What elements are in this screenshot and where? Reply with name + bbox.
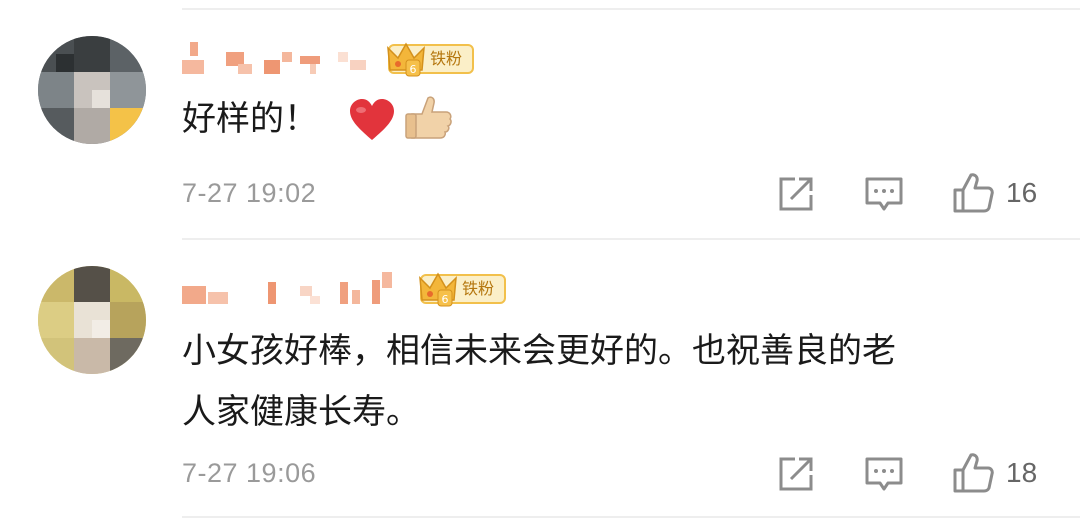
like-icon[interactable] bbox=[952, 452, 994, 494]
username-pixelated[interactable] bbox=[182, 42, 382, 82]
svg-text:6: 6 bbox=[442, 293, 449, 306]
comment-text-line-2: 人家健康长寿。 bbox=[182, 392, 420, 432]
comment-icon[interactable] bbox=[864, 456, 904, 492]
badge-label: 铁粉 bbox=[462, 279, 495, 298]
bottom-divider bbox=[182, 516, 1080, 518]
comment-text-line-1: 小女孩好棒，相信未来会更好的。也祝善良的老 bbox=[182, 331, 896, 371]
comment-icon[interactable] bbox=[864, 176, 904, 212]
badge-label: 铁粉 bbox=[430, 49, 463, 68]
avatar[interactable] bbox=[38, 266, 146, 374]
like-icon[interactable] bbox=[952, 172, 994, 214]
thumbs-up-emoji-icon bbox=[405, 96, 452, 139]
timestamp: 7-27 19:02 bbox=[182, 178, 317, 208]
username-row[interactable]: 6 铁粉 bbox=[182, 272, 512, 312]
like-count: 16 bbox=[1006, 177, 1038, 208]
username-pixelated[interactable] bbox=[182, 272, 412, 312]
like-count: 18 bbox=[1006, 457, 1038, 488]
fan-badge[interactable]: 6 铁粉 bbox=[387, 42, 474, 77]
comment-text: 好样的！ bbox=[182, 99, 318, 139]
comment-divider bbox=[182, 238, 1080, 240]
heart-emoji-icon bbox=[350, 99, 394, 140]
username-row[interactable]: 6 铁粉 bbox=[182, 42, 482, 82]
share-icon[interactable] bbox=[777, 175, 815, 213]
crown-icon: 6 bbox=[387, 42, 425, 77]
svg-text:6: 6 bbox=[410, 63, 417, 76]
timestamp: 7-27 19:06 bbox=[182, 458, 317, 488]
share-icon[interactable] bbox=[777, 455, 815, 493]
avatar[interactable] bbox=[38, 36, 146, 144]
crown-icon: 6 bbox=[419, 272, 457, 307]
top-divider bbox=[182, 8, 1080, 10]
fan-badge[interactable]: 6 铁粉 bbox=[419, 272, 506, 307]
